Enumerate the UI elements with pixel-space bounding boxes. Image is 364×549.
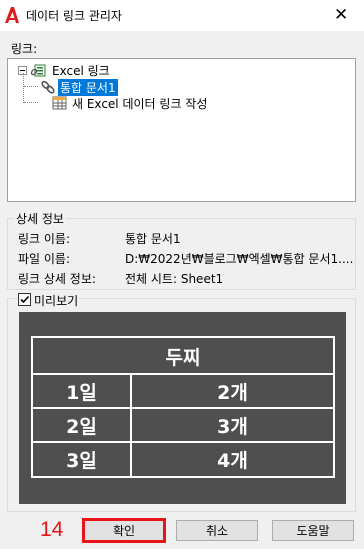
- help-button[interactable]: 도움말: [272, 520, 354, 541]
- tree-item-workbook1[interactable]: 통합 문서1: [58, 79, 118, 96]
- link-details-value: 전체 시트: Sheet1: [125, 272, 224, 286]
- highlight-annotation: [82, 518, 166, 543]
- link-icon: [41, 80, 55, 94]
- file-name-value: D:₩2022년₩블로그₩엑셀₩통합 문서1....: [125, 252, 354, 266]
- tree-item-new-link[interactable]: 새 Excel 데이터 링크 작성: [72, 95, 207, 112]
- new-table-icon: [52, 96, 67, 110]
- preview-table: 두찌 1일 2개 2일 3개 3일 4개: [31, 336, 335, 478]
- excel-link-icon: [30, 64, 46, 77]
- details-caption: 상세 정보: [14, 210, 66, 227]
- window-title: 데이터 링크 관리자: [26, 9, 122, 23]
- preview-pane: 두찌 1일 2개 2일 3개 3일 4개: [19, 312, 346, 504]
- close-icon[interactable]: ✕: [334, 5, 348, 25]
- link-details-label: 링크 상세 정보:: [18, 272, 96, 286]
- table-cell: 3일: [66, 450, 97, 472]
- table-cell: 2일: [66, 415, 97, 438]
- table-cell: 4개: [217, 450, 248, 472]
- table-cell: 1일: [66, 381, 97, 404]
- preview-header-cell: 두찌: [165, 346, 201, 369]
- step-annotation-number: 14: [40, 518, 64, 541]
- preview-checkbox[interactable]: [18, 293, 31, 306]
- title-bar: 데이터 링크 관리자 ✕: [0, 0, 364, 31]
- autocad-logo-icon: [5, 7, 19, 23]
- tree-root-excel-links[interactable]: Excel 링크: [52, 62, 110, 79]
- preview-checkbox-label[interactable]: 미리보기: [32, 292, 81, 309]
- link-name-label: 링크 이름:: [18, 232, 71, 246]
- check-icon: [20, 295, 30, 304]
- table-cell: 3개: [217, 415, 248, 438]
- table-cell: 2개: [217, 381, 248, 404]
- links-label: 링크:: [11, 42, 38, 56]
- link-name-value: 통합 문서1: [125, 232, 181, 246]
- link-tree[interactable]: Excel 링크 통합 문서1 새 Excel 데이터 링크 작성: [7, 58, 356, 202]
- cancel-button[interactable]: 취소: [176, 520, 258, 541]
- file-name-label: 파일 이름:: [18, 252, 71, 266]
